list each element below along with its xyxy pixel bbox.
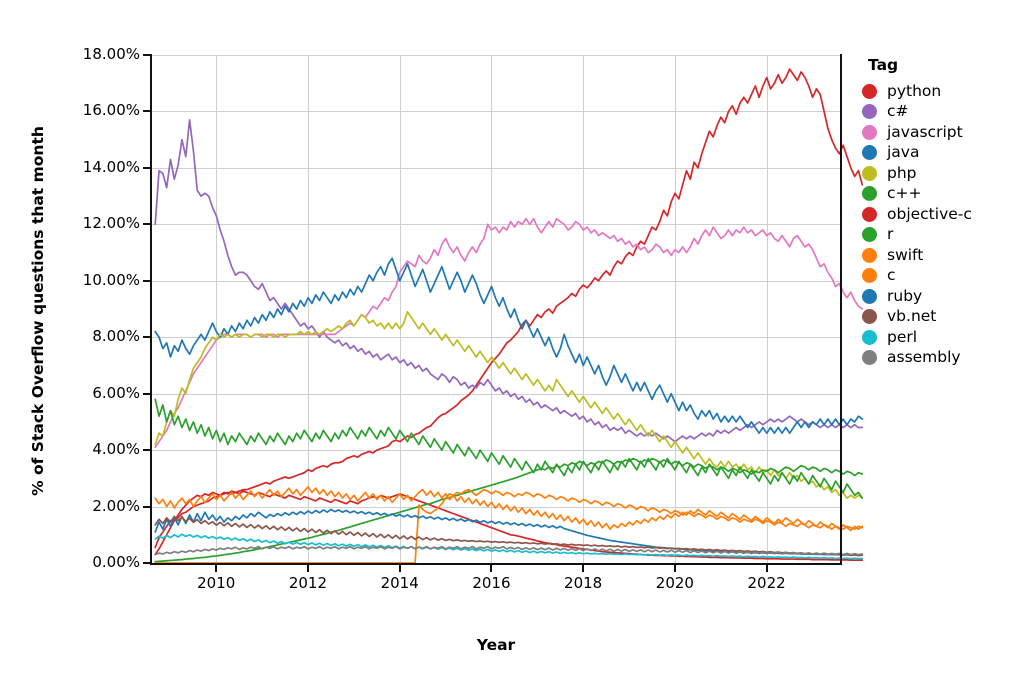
legend-color-swatch-icon bbox=[862, 247, 877, 263]
plot-area: 0.00% 2.00% 4.00% 6.00% 8.00% 10.00% 12.00% 14.… bbox=[83, 47, 864, 591]
series-line-javascript bbox=[154, 217, 864, 449]
y-tick-label: 0.00% bbox=[92, 553, 140, 571]
y-tick-mark bbox=[143, 336, 151, 339]
x-tick-mark bbox=[582, 564, 585, 572]
y-axis-title: % of Stack Overflow questions that month bbox=[29, 126, 47, 496]
y-tick-label: 14.00% bbox=[82, 157, 140, 176]
series-line-c- bbox=[154, 119, 864, 443]
y-tick-label: 12.00% bbox=[82, 214, 140, 233]
legend-title: Tag bbox=[868, 56, 899, 74]
legend-item-swift[interactable]: swift bbox=[862, 245, 1022, 266]
legend-item-label: javascript bbox=[887, 122, 963, 141]
x-tick-label: 2016 bbox=[472, 574, 511, 592]
legend-item-c[interactable]: c bbox=[862, 266, 1022, 287]
y-tick-label: 2.00% bbox=[92, 496, 140, 515]
legend-color-swatch-icon bbox=[862, 309, 877, 325]
legend-color-swatch-icon bbox=[862, 165, 877, 181]
legend-color-swatch-icon bbox=[862, 145, 877, 161]
legend-color-swatch-icon bbox=[862, 268, 877, 284]
legend-color-swatch-icon bbox=[862, 104, 877, 120]
y-tick-mark bbox=[143, 392, 151, 395]
y-tick-label: 16.00% bbox=[82, 101, 140, 120]
legend-color-swatch-icon bbox=[862, 83, 877, 99]
series-line-perl bbox=[154, 533, 864, 560]
axis-spine-right bbox=[840, 54, 843, 564]
legend-color-swatch-icon bbox=[862, 288, 877, 304]
legend-item-ruby[interactable]: ruby bbox=[862, 286, 1022, 307]
y-tick-mark bbox=[143, 54, 151, 56]
y-tick-label: 6.00% bbox=[92, 383, 140, 402]
y-tick-label: 8.00% bbox=[92, 327, 140, 346]
legend-item-python[interactable]: python bbox=[862, 81, 1022, 102]
x-tick-label: 2012 bbox=[288, 574, 328, 592]
legend-color-swatch-icon bbox=[862, 329, 877, 345]
x-tick-label: 2022 bbox=[747, 574, 786, 592]
legend-item-label: ruby bbox=[887, 286, 923, 305]
legend-item-javascript[interactable]: javascript bbox=[862, 122, 1022, 143]
legend-item-label: python bbox=[887, 81, 942, 100]
legend-item-label: c++ bbox=[887, 184, 922, 202]
series-line-c- bbox=[154, 398, 864, 499]
legend-item-php[interactable]: php bbox=[862, 163, 1022, 184]
series-line-r bbox=[154, 457, 864, 563]
series-line-vb-net bbox=[154, 515, 864, 557]
legend-item-label: vb.net bbox=[887, 307, 937, 325]
legend-item-label: objective-c bbox=[887, 204, 972, 223]
y-tick-mark bbox=[143, 449, 151, 452]
legend-item-label: java bbox=[887, 143, 920, 161]
series-line-objective-c bbox=[154, 490, 864, 562]
legend-item-label: perl bbox=[887, 327, 918, 346]
legend-item-vb-net[interactable]: vb.net bbox=[862, 307, 1022, 328]
legend-item-label: swift bbox=[887, 245, 924, 264]
axis-spine-left bbox=[150, 54, 153, 564]
x-tick-label: 2020 bbox=[655, 574, 694, 592]
x-tick-mark bbox=[765, 564, 768, 572]
x-tick-mark bbox=[215, 564, 218, 572]
y-tick-mark bbox=[143, 505, 151, 508]
y-tick-mark bbox=[143, 166, 151, 169]
legend-color-swatch-icon bbox=[862, 124, 877, 140]
legend: Tag python c# javascript java php c++ objectiv… bbox=[862, 56, 1022, 368]
y-tick-mark bbox=[143, 223, 151, 226]
legend-item-label: c# bbox=[887, 102, 909, 120]
x-tick-label: 2010 bbox=[197, 574, 236, 592]
legend-item-perl[interactable]: perl bbox=[862, 327, 1022, 348]
y-tick-label: 18.00% bbox=[82, 45, 140, 63]
data-series-layer bbox=[154, 68, 864, 564]
y-tick-label: 4.00% bbox=[92, 440, 140, 459]
legend-item-label: assembly bbox=[887, 348, 961, 366]
legend-item-c-[interactable]: c++ bbox=[862, 184, 1022, 205]
x-tick-label: 2018 bbox=[564, 574, 603, 592]
y-tick-mark bbox=[143, 110, 151, 113]
x-axis-title: Year bbox=[476, 636, 516, 654]
legend-item-assembly[interactable]: assembly bbox=[862, 348, 1022, 369]
legend-color-swatch-icon bbox=[862, 350, 877, 366]
legend-color-swatch-icon bbox=[862, 186, 877, 202]
legend-item-label: c bbox=[887, 266, 896, 284]
legend-item-objective-c[interactable]: objective-c bbox=[862, 204, 1022, 225]
axis-spine-bottom bbox=[150, 563, 842, 566]
y-tick-label: 10.00% bbox=[82, 270, 140, 289]
legend-color-swatch-icon bbox=[862, 227, 877, 243]
legend-item-c-[interactable]: c# bbox=[862, 102, 1022, 123]
chart-figure: % of Stack Overflow questions that month… bbox=[0, 0, 1022, 684]
x-tick-mark bbox=[490, 564, 493, 572]
x-tick-mark bbox=[673, 564, 676, 572]
x-tick-mark bbox=[398, 564, 401, 572]
x-tick-mark bbox=[306, 564, 309, 572]
legend-item-java[interactable]: java bbox=[862, 143, 1022, 164]
legend-item-r[interactable]: r bbox=[862, 225, 1022, 246]
y-tick-mark bbox=[143, 562, 151, 564]
legend-items: python c# javascript java php c++ objective-c r… bbox=[862, 81, 1022, 368]
series-line-php bbox=[154, 310, 864, 499]
legend-item-label: php bbox=[887, 163, 917, 182]
y-tick-mark bbox=[143, 279, 151, 282]
x-tick-label: 2014 bbox=[380, 574, 419, 592]
legend-item-label: r bbox=[887, 225, 894, 243]
legend-color-swatch-icon bbox=[862, 206, 877, 222]
